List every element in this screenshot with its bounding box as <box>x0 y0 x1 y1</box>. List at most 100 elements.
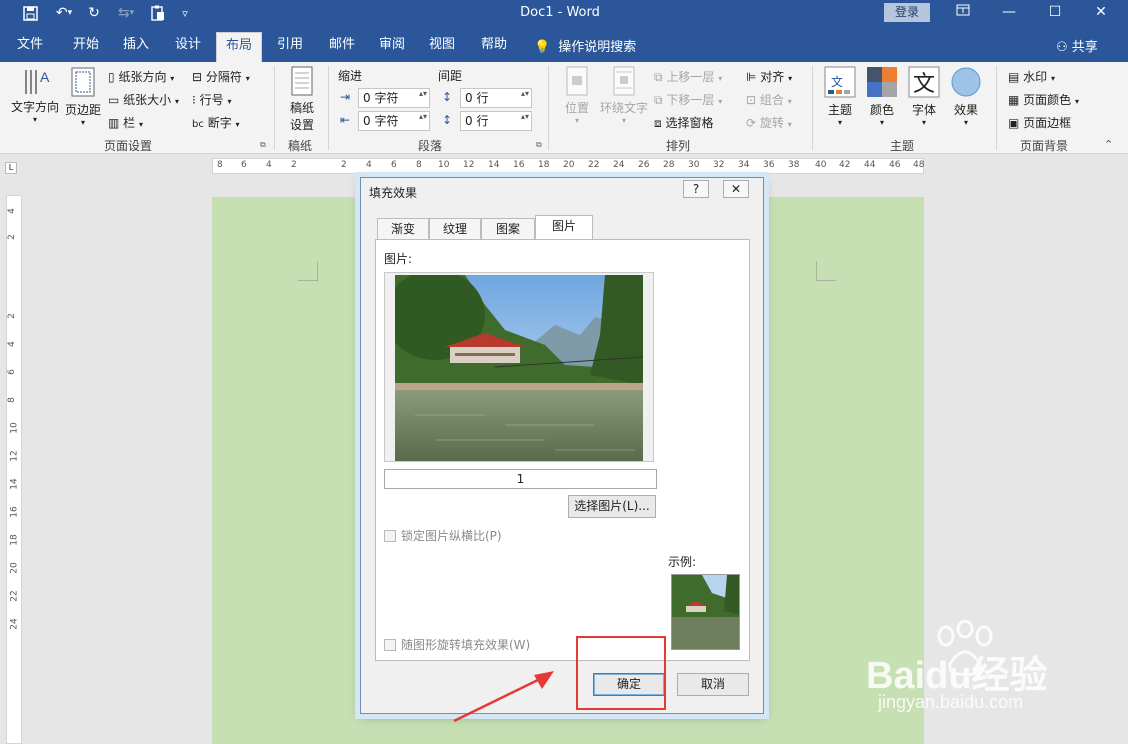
wrap-text-button[interactable]: 环绕文字 ▾ <box>598 66 650 125</box>
spacing-before-field[interactable]: 0 行 <box>460 88 532 108</box>
indent-left-field[interactable]: 0 字符 <box>358 88 430 108</box>
group-objects-label: 组合 <box>759 93 784 107</box>
ribbon-tabs: 文件 开始 插入 设计 布局 引用 邮件 审阅 视图 帮助 💡 操作说明搜索 ⚇ … <box>0 26 1128 62</box>
tab-layout[interactable]: 布局 <box>216 32 262 62</box>
columns-icon: ▥ <box>108 116 120 130</box>
picture-name-field: 1 <box>384 469 657 489</box>
page-setup-group-label: 页面设置 <box>104 139 153 153</box>
tell-me-search[interactable]: 💡 操作说明搜索 <box>534 36 636 55</box>
close-icon[interactable]: ✕ <box>1078 0 1124 26</box>
group-separator <box>274 66 275 150</box>
orientation-button[interactable]: ▯ 纸张方向 ▾ <box>108 68 174 85</box>
send-backward-button[interactable]: ⧉ 下移一层 ▾ <box>654 91 722 108</box>
tab-selector-icon[interactable]: L <box>5 162 17 174</box>
margins-button[interactable]: 页边距 ▾ <box>64 66 102 127</box>
indent-right-field[interactable]: 0 字符 <box>358 111 430 131</box>
selection-pane-icon: ⧈ <box>654 116 662 130</box>
page-setup-launcher-icon[interactable]: ⧉ <box>260 140 266 150</box>
tab-references[interactable]: 引用 <box>268 32 312 62</box>
line-numbers-button[interactable]: ⁝ 行号 ▾ <box>192 91 232 108</box>
share-button[interactable]: ⚇ 共享 <box>1056 36 1098 55</box>
ribbon: A 文字方向 ▾ 页边距 ▾ ▯ 纸张方向 ▾ ▭ 纸张大小 ▾ ▥ 栏 ▾ ⊟… <box>0 62 1128 154</box>
ruler-number: 2 <box>6 234 17 240</box>
touch-mode-icon[interactable]: ⇆ ▾ <box>112 3 140 23</box>
watermark-button[interactable]: ▤ 水印 ▾ <box>1008 68 1055 85</box>
cancel-button[interactable]: 取消 <box>677 673 749 696</box>
paste-icon[interactable] <box>148 3 168 23</box>
tab-picture[interactable]: 图片 <box>535 215 593 240</box>
tab-mailings[interactable]: 邮件 <box>320 32 364 62</box>
spacing-after-field[interactable]: 0 行 <box>460 111 532 131</box>
ribbon-display-options-icon[interactable] <box>940 0 986 26</box>
page-color-label: 页面颜色 <box>1023 93 1072 107</box>
horizontal-ruler[interactable]: 8 6 4 2 2 4 6 8 10 12 14 16 18 20 22 24 … <box>212 158 924 174</box>
undo-icon[interactable]: ↶ ▾ <box>50 3 78 23</box>
position-button[interactable]: 位置 ▾ <box>560 66 594 125</box>
size-button[interactable]: ▭ 纸张大小 ▾ <box>108 91 179 108</box>
ruler-number: 14 <box>9 478 20 490</box>
colors-button[interactable]: 颜色 ▾ <box>864 66 900 127</box>
lock-aspect-checkbox[interactable]: 锁定图片纵横比(P) <box>384 527 502 544</box>
paragraph-group-label: 段落 <box>418 139 443 153</box>
tab-pattern[interactable]: 图案 <box>481 218 535 240</box>
draft-paper-label-1: 稿纸 <box>289 101 314 115</box>
rotate-with-shape-label: 随图形旋转填充效果(W) <box>401 638 531 652</box>
draft-paper-button[interactable]: 稿纸 设置 <box>284 66 320 133</box>
wrap-text-icon <box>613 66 635 96</box>
ruler-number: 2 <box>341 160 347 170</box>
tab-texture[interactable]: 纹理 <box>429 218 481 240</box>
ruler-number: 6 <box>6 369 17 375</box>
redo-icon[interactable]: ↻ <box>84 3 104 23</box>
login-button[interactable]: 登录 <box>884 3 930 22</box>
paragraph-launcher-icon[interactable]: ⧉ <box>536 140 542 150</box>
tab-help[interactable]: 帮助 <box>472 32 516 62</box>
breaks-button[interactable]: ⊟ 分隔符 ▾ <box>192 68 250 85</box>
help-button[interactable]: ? <box>683 180 709 198</box>
themes-button[interactable]: 文 主题 ▾ <box>822 66 858 127</box>
tab-view[interactable]: 视图 <box>420 32 464 62</box>
group-objects-button[interactable]: ⊡ 组合 ▾ <box>746 91 792 108</box>
rotate-with-shape-checkbox[interactable]: 随图形旋转填充效果(W) <box>384 636 530 653</box>
page-borders-button[interactable]: ▣ 页面边框 <box>1008 114 1071 131</box>
hyphenation-button[interactable]: bc 断字 ▾ <box>192 114 240 131</box>
fonts-button[interactable]: 文 字体 ▾ <box>906 66 942 127</box>
picture-preview <box>384 272 654 462</box>
align-icon: ⊫ <box>746 70 757 84</box>
crop-mark-top-right <box>816 261 836 281</box>
tab-design[interactable]: 设计 <box>166 32 210 62</box>
selection-pane-label: 选择窗格 <box>665 116 714 130</box>
ruler-number: 10 <box>438 160 450 170</box>
wrap-text-label: 环绕文字 <box>599 101 648 115</box>
ruler-number: 4 <box>366 160 372 170</box>
columns-button[interactable]: ▥ 栏 ▾ <box>108 114 143 131</box>
save-icon[interactable] <box>18 3 42 23</box>
arrange-group-label: 排列 <box>666 139 691 153</box>
tab-home[interactable]: 开始 <box>64 32 108 62</box>
tab-file[interactable]: 文件 <box>8 32 52 62</box>
tab-insert[interactable]: 插入 <box>114 32 158 62</box>
tab-review[interactable]: 审阅 <box>370 32 414 62</box>
rotate-button[interactable]: ⟳ 旋转 ▾ <box>746 114 792 131</box>
selection-pane-button[interactable]: ⧈ 选择窗格 <box>654 114 713 131</box>
group-separator <box>996 66 997 150</box>
text-direction-button[interactable]: A 文字方向 ▾ <box>10 66 60 124</box>
maximize-icon[interactable]: ☐ <box>1032 0 1078 26</box>
ruler-number: 22 <box>9 590 20 602</box>
align-button[interactable]: ⊫ 对齐 ▾ <box>746 68 792 85</box>
customize-quick-access-icon[interactable]: ▿ <box>176 3 194 23</box>
picture-panel: 图片: 1 选择图片(L)... 锁定图片纵横比(P) 示例: 随图形旋转填充效… <box>375 239 750 661</box>
spacing-after-icon: ↕ <box>442 113 453 127</box>
tab-gradient[interactable]: 渐变 <box>377 218 429 240</box>
collapse-ribbon-icon[interactable]: ⌃ <box>1104 138 1113 151</box>
page-color-button[interactable]: ▦ 页面颜色 ▾ <box>1008 91 1079 108</box>
landscape-picture <box>395 275 643 461</box>
select-picture-button[interactable]: 选择图片(L)... <box>568 495 656 518</box>
vertical-ruler[interactable]: 4 2 2 4 6 8 10 12 14 16 18 20 22 24 <box>6 195 22 744</box>
bring-forward-button[interactable]: ⧉ 上移一层 ▾ <box>654 68 722 85</box>
minimize-icon[interactable]: — <box>986 0 1032 26</box>
dialog-close-button[interactable]: ✕ <box>723 180 749 198</box>
effects-button[interactable]: 效果 ▾ <box>948 66 984 127</box>
ruler-number: 18 <box>538 160 550 170</box>
ruler-number: 2 <box>291 160 297 170</box>
effects-icon <box>951 67 981 97</box>
